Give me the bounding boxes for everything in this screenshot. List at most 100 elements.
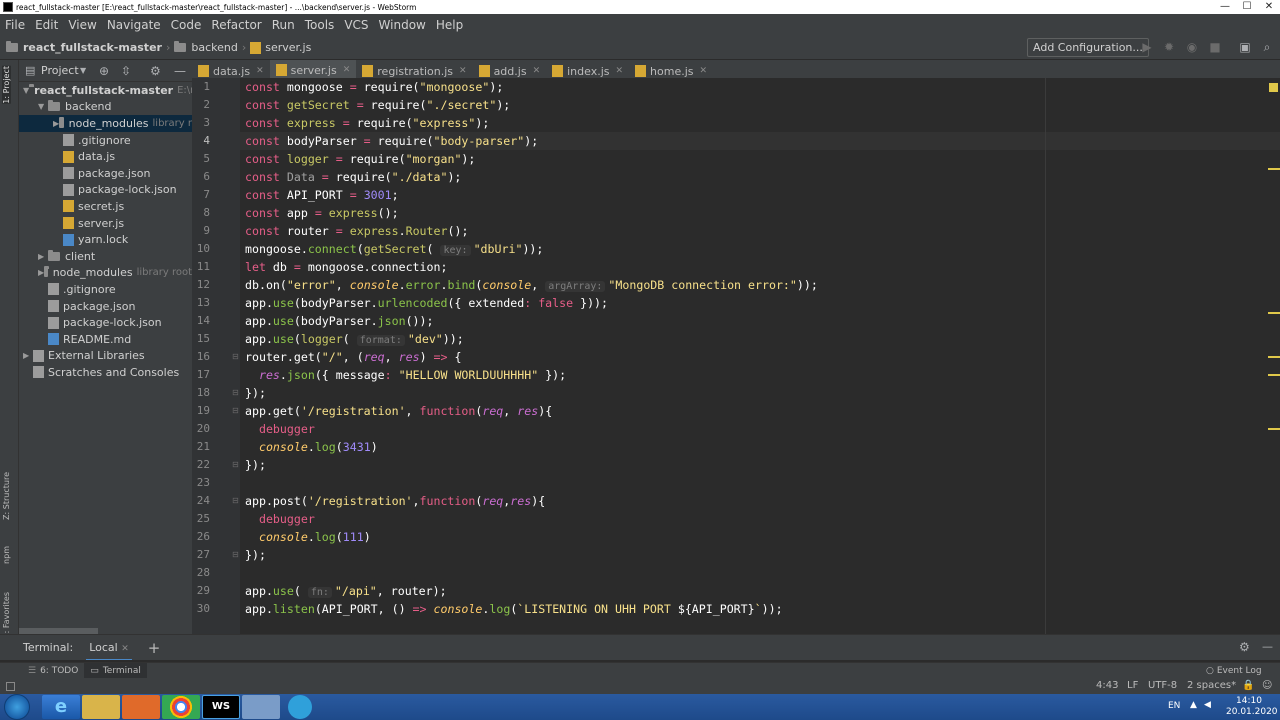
menu-help[interactable]: Help [431,18,468,32]
chevron-right-icon[interactable]: ▶ [38,252,48,261]
code-line[interactable]: const API_PORT = 3001; [245,186,399,204]
menu-code[interactable]: Code [166,18,207,32]
code-line[interactable]: app.use(logger( format: "dev")); [245,330,464,348]
collapse-all-icon[interactable]: ⇳ [121,64,131,78]
new-terminal-button[interactable]: + [148,639,161,657]
tool-tab-structure[interactable]: Z: Structure [2,472,11,520]
hide-icon[interactable]: — [174,64,186,78]
chrome-icon[interactable] [162,695,200,719]
menu-file[interactable]: File [0,18,30,32]
tree-item[interactable]: ▶ External Libraries [19,348,192,365]
debug-icon[interactable]: ✹ [1162,40,1176,54]
chevron-down-icon[interactable]: ▼ [23,86,29,95]
breadcrumb-file[interactable]: server.js [265,41,311,54]
file-explorer-icon[interactable] [82,695,120,719]
media-player-icon[interactable] [122,695,160,719]
fold-marker-icon[interactable]: ⊟ [232,406,240,415]
tree-item[interactable]: ▼ react_fullstack-masterE:\re [19,82,192,99]
code-line[interactable]: app.listen(API_PORT, () => console.log(`… [245,600,783,618]
tree-item[interactable]: .gitignore [19,281,192,298]
menu-refactor[interactable]: Refactor [206,18,266,32]
tree-item[interactable]: ▶ client [19,248,192,265]
breadcrumb-project[interactable]: react_fullstack-master [23,41,162,54]
code-line[interactable]: const Data = require("./data"); [245,168,461,186]
code-line[interactable]: const mongoose = require("mongoose"); [245,78,503,96]
tool-windows-icon[interactable] [6,682,15,691]
code-line[interactable]: app.use( fn: "/api", router); [245,582,447,600]
warning-marker[interactable] [1268,374,1280,376]
clock-time[interactable]: 14:10 [1236,696,1262,706]
gear-icon[interactable]: ⚙ [150,64,161,78]
start-button[interactable] [4,694,30,720]
stop-icon[interactable]: ■ [1208,40,1222,54]
tree-item[interactable]: package.json [19,165,192,182]
terminal-tab-local[interactable]: Local ✕ [86,635,132,661]
code-line[interactable]: app.post('/registration',function(req,re… [245,492,545,510]
fold-marker-icon[interactable]: ⊟ [232,352,240,361]
fold-marker-icon[interactable]: ⊟ [232,460,240,469]
code-line[interactable]: app.use(bodyParser.json()); [245,312,433,330]
code-line[interactable]: }); [245,546,266,564]
menu-window[interactable]: Window [374,18,431,32]
breadcrumb-folder[interactable]: backend [191,41,237,54]
tool-tab-favorites[interactable]: 2: Favorites [2,592,11,638]
close-tab-icon[interactable]: ✕ [616,66,624,76]
code-line[interactable]: console.log(3431) [245,438,378,456]
maximize-button[interactable]: ☐ [1236,1,1258,13]
locate-icon[interactable]: ⊕ [99,64,109,78]
tree-item[interactable]: secret.js [19,198,192,215]
fold-marker-icon[interactable]: ⊟ [232,550,240,559]
clock-date[interactable]: 20.01.2020 [1226,707,1278,717]
code-line[interactable]: let db = mongoose.connection; [245,258,447,276]
code-line[interactable]: const router = express.Router(); [245,222,468,240]
chevron-down-icon[interactable]: ▼ [38,102,48,111]
close-icon[interactable]: ✕ [121,644,129,654]
line-separator[interactable]: LF [1127,680,1138,691]
hide-icon[interactable]: — [1262,640,1273,653]
todo-tool-tab[interactable]: ☰ 6: TODO [22,663,84,679]
indent-setting[interactable]: 2 spaces* [1187,680,1236,691]
tree-item[interactable]: .gitignore [19,132,192,149]
tree-item[interactable]: package.json [19,298,192,315]
code-line[interactable]: app.use(bodyParser.urlencoded({ extended… [245,294,608,312]
warning-marker[interactable] [1268,428,1280,430]
tree-item[interactable]: ▶ node_modules library r [19,115,192,132]
close-button[interactable]: ✕ [1258,1,1280,13]
close-tab-icon[interactable]: ✕ [700,66,708,76]
code-line[interactable]: res.json({ message: "HELLOW WORLDUUHHHH"… [245,366,566,384]
warning-marker[interactable] [1268,168,1280,170]
tree-item[interactable]: ▼ backend [19,99,192,116]
warning-marker[interactable] [1268,312,1280,314]
code-line[interactable]: }); [245,384,266,402]
code-line[interactable]: debugger [245,510,315,528]
close-tab-icon[interactable]: ✕ [459,66,467,76]
chevron-down-icon[interactable]: ▼ [80,66,86,75]
fold-marker-icon[interactable]: ⊟ [232,388,240,397]
tree-item[interactable]: ▶ node_modules library root [19,265,192,282]
code-line[interactable]: const express = require("express"); [245,114,489,132]
tool-app-icon[interactable] [242,695,280,719]
menu-navigate[interactable]: Navigate [102,18,166,32]
tree-item[interactable]: server.js [19,215,192,232]
code-line[interactable]: const bodyParser = require("body-parser"… [245,132,538,150]
code-line[interactable]: const getSecret = require("./secret"); [245,96,510,114]
menu-vcs[interactable]: VCS [339,18,373,32]
gear-icon[interactable]: ⚙ [1239,640,1250,654]
event-log-tool-tab[interactable]: ○ Event Log [1200,663,1268,679]
code-line[interactable]: console.log(111) [245,528,371,546]
analysis-status-icon[interactable] [1269,83,1278,92]
menu-view[interactable]: View [63,18,101,32]
tree-item[interactable]: data.js [19,148,192,165]
warning-marker[interactable] [1268,356,1280,358]
tool-tab-npm[interactable]: npm [2,546,11,564]
tool-tab-project[interactable]: 1: Project [2,66,11,104]
lock-icon[interactable]: 🔒 [1242,680,1254,691]
code-editor[interactable]: 1 2 3 4 5 6 7 8 9 10 11 12 13 14 15 16 ⊟ 17 18 ⊟ 19 ⊟ 20 21 22 ⊟ 2… [192,78,1280,634]
terminal-tool-tab[interactable]: ▭ Terminal [84,662,147,679]
menu-run[interactable]: Run [267,18,300,32]
run-icon[interactable]: ▶ [1140,40,1154,54]
code-line[interactable]: router.get("/", (req, res) => { [245,348,461,366]
code-line[interactable]: app.get('/registration', function(req, r… [245,402,552,420]
telegram-icon[interactable] [288,695,312,719]
code-line[interactable]: const logger = require("morgan"); [245,150,475,168]
